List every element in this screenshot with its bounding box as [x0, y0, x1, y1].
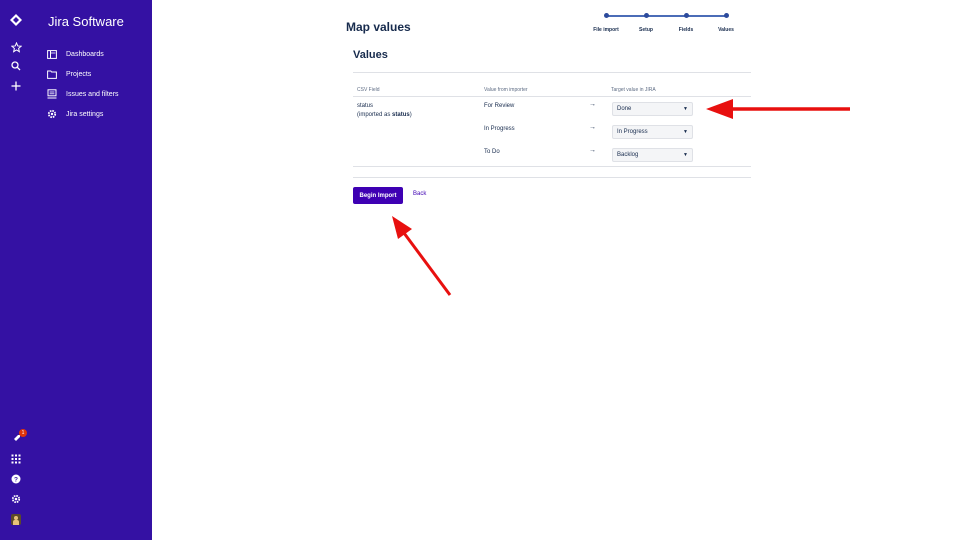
search-icon[interactable] — [8, 58, 24, 74]
caret-down-icon: ▼ — [683, 129, 688, 135]
progress-step-values: Values — [718, 27, 734, 33]
progress-line — [606, 15, 726, 17]
progress-dot — [684, 13, 689, 18]
star-icon[interactable] — [8, 39, 24, 55]
jira-logo-icon[interactable] — [8, 12, 24, 28]
progress-dot — [604, 13, 609, 18]
caret-down-icon: ▼ — [683, 106, 688, 112]
gear-icon — [46, 108, 58, 120]
sidebar-item-jira-settings[interactable]: Jira settings — [46, 106, 103, 122]
section-title: Values — [353, 49, 388, 61]
select-value: In Progress — [617, 129, 648, 135]
notification-badge: 1 — [19, 429, 27, 437]
help-icon[interactable]: ? — [8, 471, 24, 487]
mapping-arrow: → — [589, 147, 596, 154]
svg-text:?: ? — [14, 476, 18, 483]
select-value: Backlog — [617, 152, 639, 158]
back-link[interactable]: Back — [413, 191, 426, 197]
avatar[interactable] — [11, 514, 21, 525]
sidebar: Jira Software Dashboards Projects Issues… — [32, 0, 152, 540]
divider — [353, 72, 751, 73]
page-title: Map values — [346, 20, 411, 34]
annotation-arrow-to-begin-import — [392, 216, 452, 296]
annotation-arrow-to-select — [706, 99, 850, 119]
mapping-arrow: → — [589, 124, 596, 131]
column-header-target-value: Target value in JIRA — [611, 87, 656, 93]
target-value-select[interactable]: Done ▼ — [612, 102, 693, 116]
settings-icon[interactable] — [8, 491, 24, 507]
progress-tracker: File import Setup Fields Values — [590, 8, 750, 38]
begin-import-button[interactable]: Begin Import — [353, 187, 403, 204]
sidebar-item-issues-and-filters[interactable]: Issues and filters — [46, 86, 119, 102]
dashboard-icon — [46, 48, 58, 60]
sidebar-item-projects[interactable]: Projects — [46, 66, 91, 82]
column-header-csv-field: CSV Field — [357, 87, 380, 93]
sidebar-item-dashboards[interactable]: Dashboards — [46, 46, 104, 62]
importer-value: In Progress — [484, 126, 515, 132]
sidebar-item-label: Projects — [66, 70, 92, 78]
progress-dot — [724, 13, 729, 18]
target-value-select[interactable]: In Progress ▼ — [612, 125, 693, 139]
target-value-select[interactable]: Backlog ▼ — [612, 148, 693, 162]
app-name: Jira Software — [48, 14, 124, 29]
mapping-arrow: → — [589, 101, 596, 108]
progress-step-setup: Setup — [639, 27, 653, 33]
table-bottom-divider — [353, 166, 751, 167]
sidebar-item-label: Jira settings — [66, 110, 104, 118]
actions-divider — [353, 177, 751, 178]
plus-icon[interactable] — [8, 78, 24, 94]
global-navigation: 1 ? — [0, 0, 32, 540]
csv-field-note: (imported as status) — [357, 112, 412, 118]
sidebar-item-label: Issues and filters — [66, 90, 119, 98]
issues-icon — [46, 88, 58, 100]
app-switcher-icon[interactable] — [8, 451, 24, 467]
sidebar-item-label: Dashboards — [66, 50, 104, 58]
select-value: Done — [617, 106, 632, 112]
importer-value: For Review — [484, 103, 515, 109]
table-header-divider — [353, 96, 751, 97]
column-header-importer-value: Value from importer — [484, 87, 528, 93]
caret-down-icon: ▼ — [683, 152, 688, 158]
progress-step-fields: Fields — [678, 27, 694, 33]
folder-icon — [46, 68, 58, 80]
importer-value: To Do — [484, 149, 500, 155]
progress-dot — [644, 13, 649, 18]
progress-step-file-import: File import — [593, 27, 619, 33]
csv-field-name: status — [357, 103, 374, 109]
